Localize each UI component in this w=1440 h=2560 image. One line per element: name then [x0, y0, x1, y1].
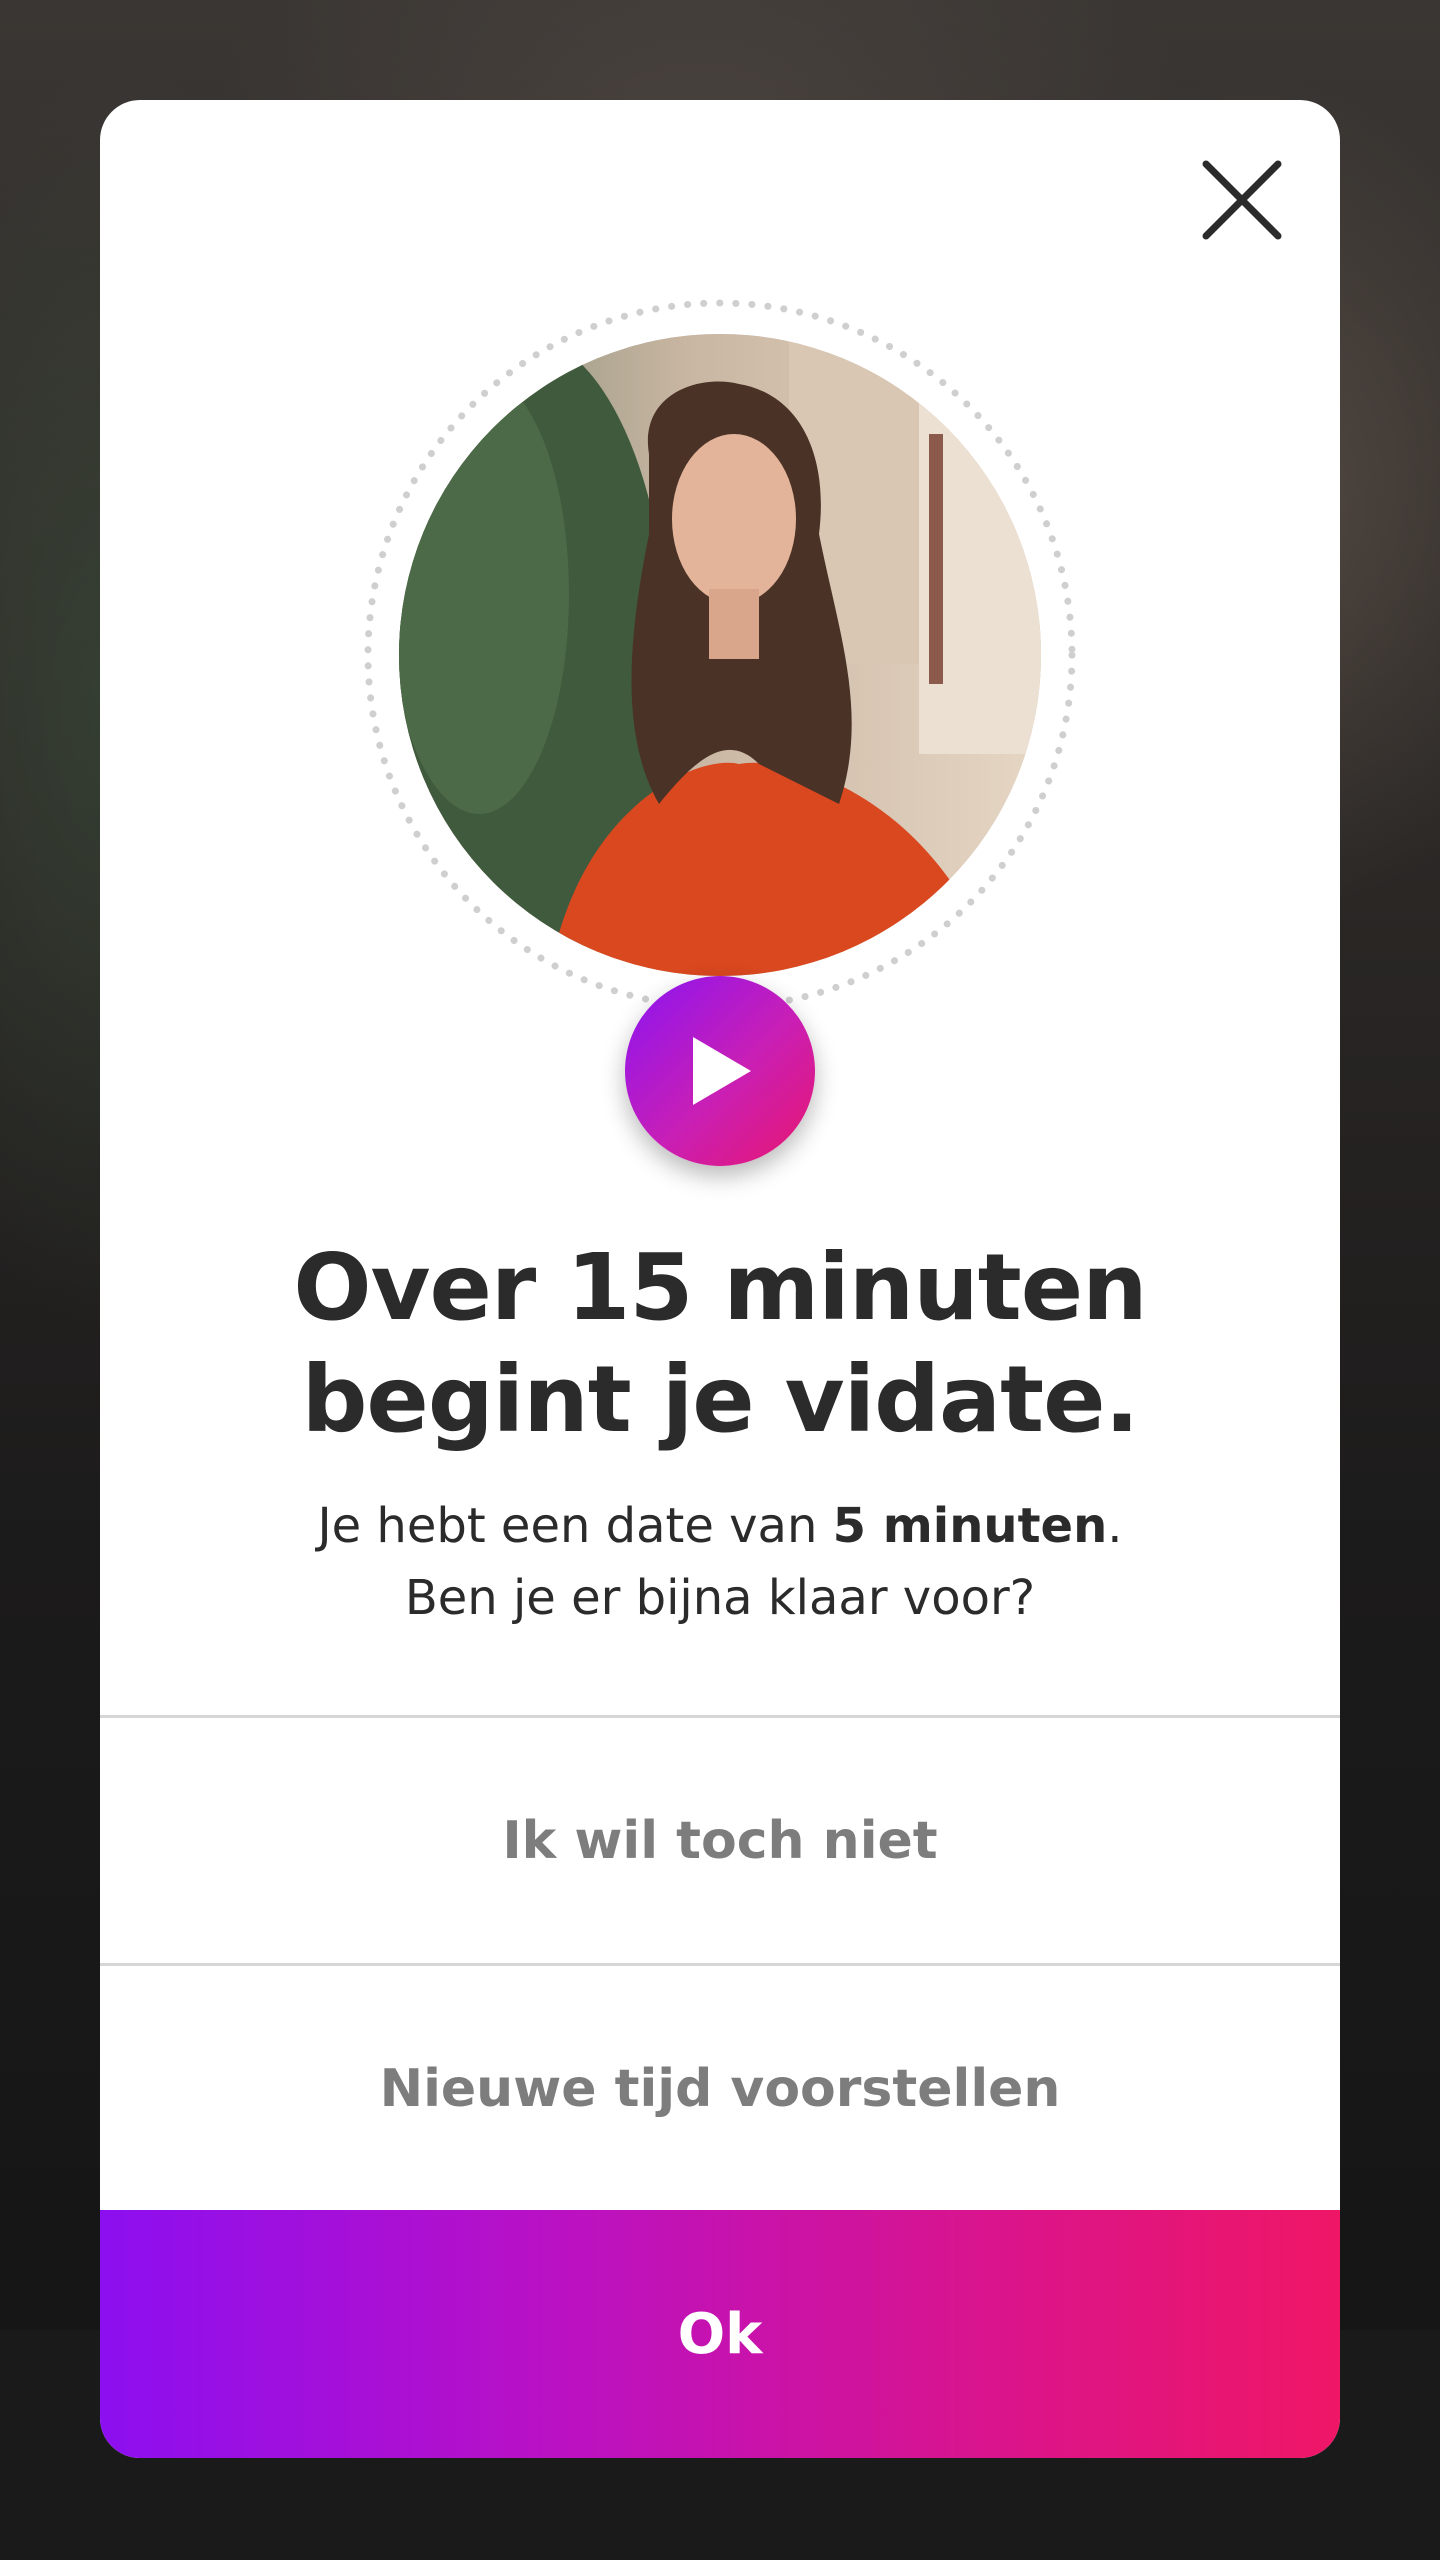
close-icon — [1202, 160, 1282, 240]
close-button[interactable] — [1192, 150, 1292, 250]
title-line-2: begint je vidate. — [301, 1346, 1140, 1453]
title-line-1: Over 15 minuten — [293, 1234, 1147, 1341]
date-duration: 5 minuten — [832, 1498, 1108, 1554]
subtitle-line-2: Ben je er bijna klaar voor? — [404, 1570, 1036, 1626]
subtitle-prefix: Je hebt een date van — [317, 1498, 833, 1554]
play-icon — [693, 1037, 751, 1105]
dialog-title: Over 15 minuten begint je vidate. — [100, 1232, 1340, 1456]
play-button[interactable] — [625, 976, 815, 1166]
dialog-subtitle: Je hebt een date van 5 minuten. Ben je e… — [100, 1490, 1340, 1634]
subtitle-line-1: Je hebt een date van 5 minuten. — [100, 1490, 1340, 1562]
profile-avatar — [363, 298, 1077, 1012]
avatar-photo — [399, 334, 1041, 976]
reschedule-button[interactable]: Nieuwe tijd voorstellen — [100, 1966, 1340, 2211]
subtitle-suffix: . — [1107, 1498, 1123, 1554]
vidate-reminder-dialog: Over 15 minuten begint je vidate. Je heb… — [100, 100, 1340, 2458]
ok-button[interactable]: Ok — [100, 2210, 1340, 2458]
decline-button[interactable]: Ik wil toch niet — [100, 1718, 1340, 1963]
